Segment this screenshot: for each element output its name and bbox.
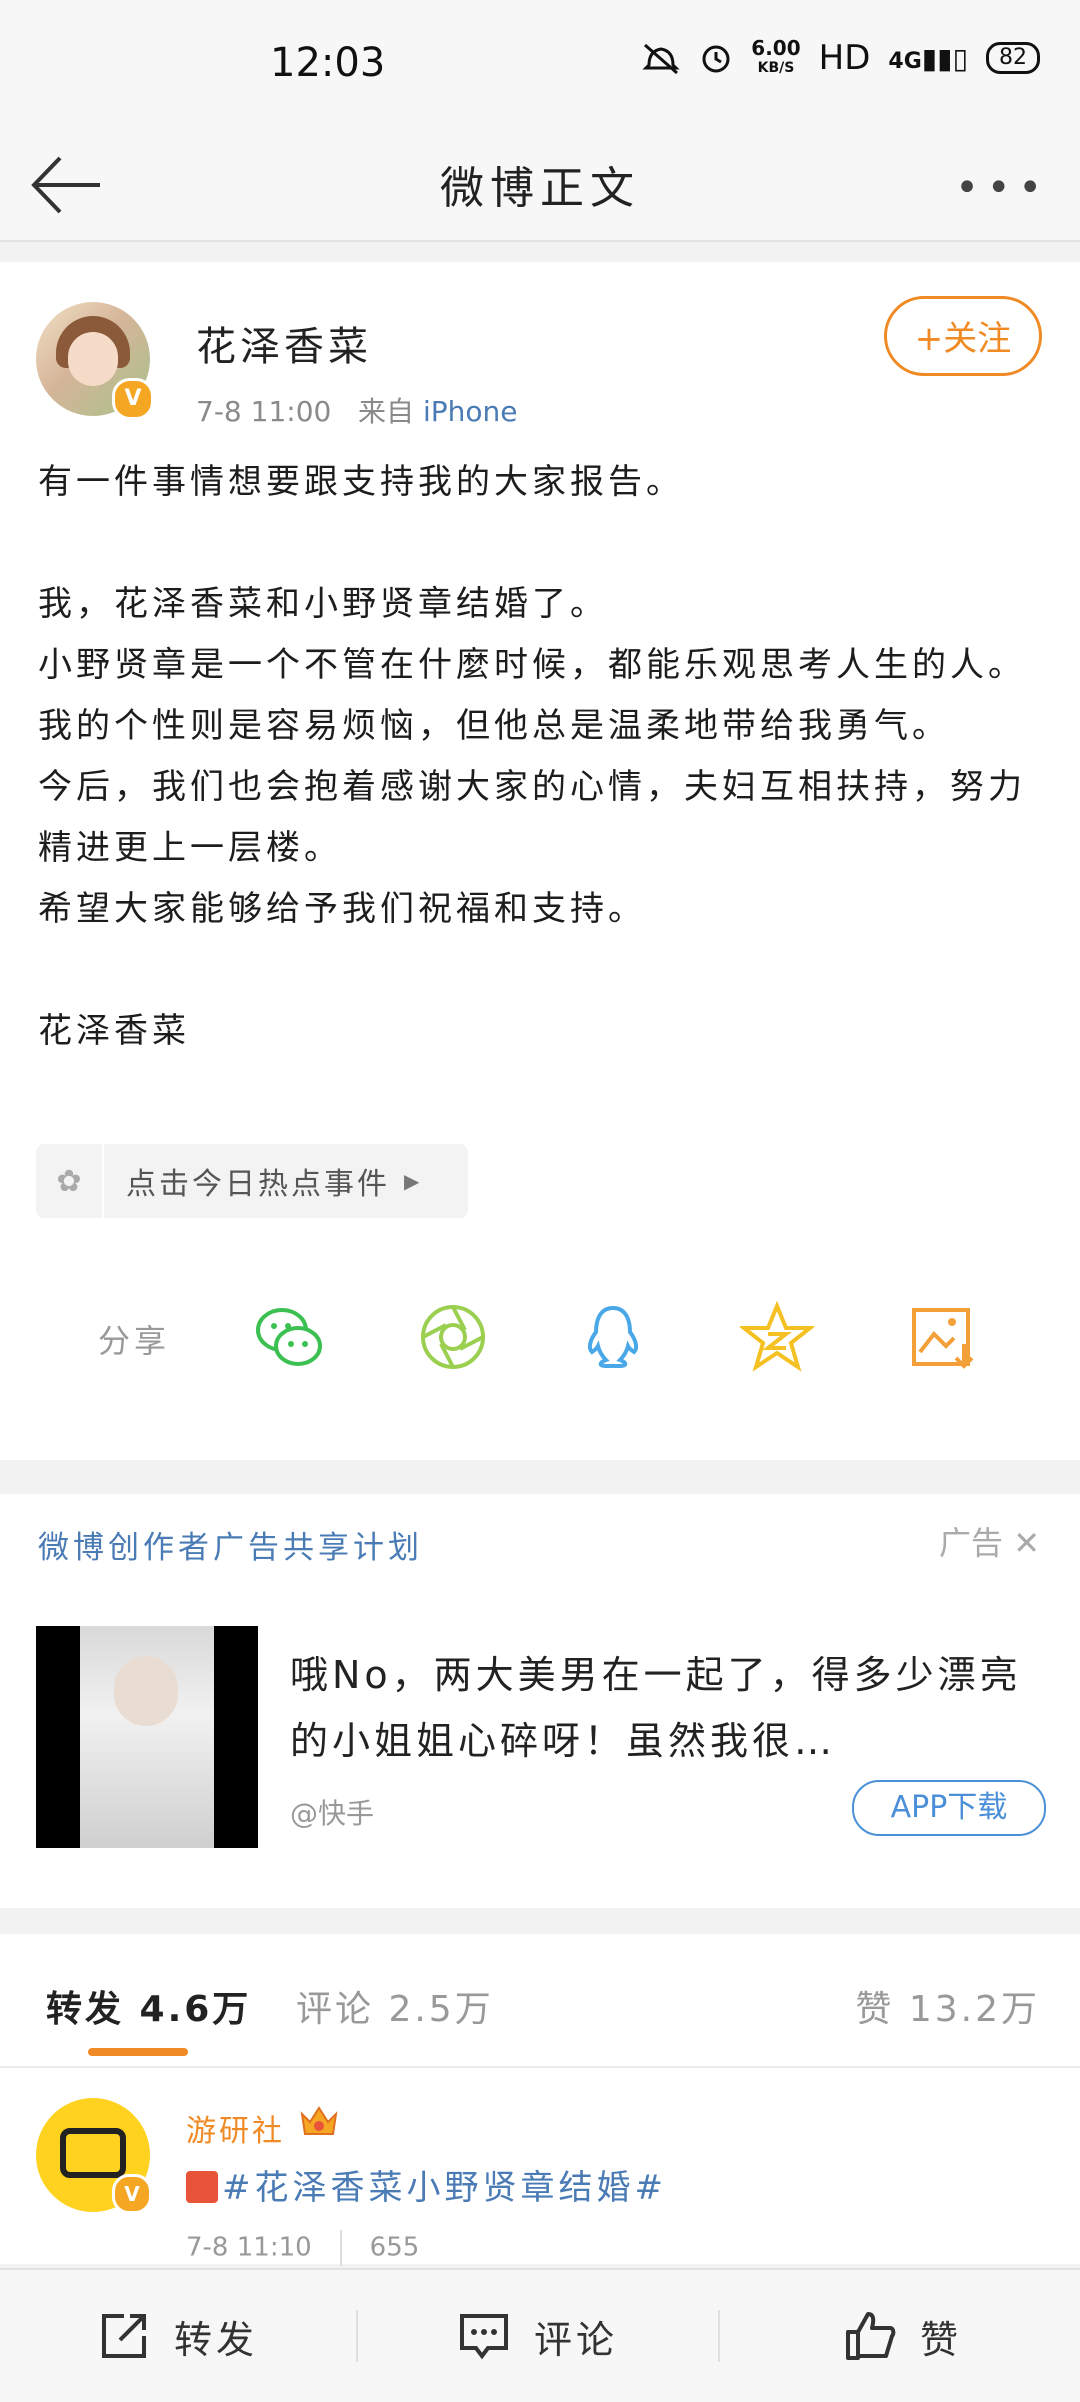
divider — [0, 2066, 1080, 2068]
active-tab-indicator — [88, 2048, 188, 2056]
repost-meta: 7-8 11:10 655 — [186, 2230, 419, 2266]
nav-bar: 微博正文 ••• — [0, 130, 1080, 242]
follow-button[interactable]: +关注 — [884, 296, 1042, 376]
repost-text[interactable]: #花泽香菜小野贤章结婚# — [186, 2160, 667, 2209]
alarm-icon — [702, 45, 730, 73]
hot-topic-link[interactable]: ✿ 点击今日热点事件 ▶ — [36, 1144, 468, 1218]
repost-user-name[interactable]: 游研社 — [186, 2106, 285, 2150]
ad-text[interactable]: 哦No，两大美男在一起了，得多少漂亮的小姐姐心碎呀！虽然我很… — [290, 1642, 1030, 1774]
save-image-icon[interactable] — [906, 1300, 980, 1374]
like-button[interactable]: 赞 — [844, 2270, 962, 2402]
comment-button[interactable]: 评论 — [458, 2270, 618, 2402]
post-paragraph: 有一件事情想要跟支持我的大家报告。 — [38, 462, 684, 502]
page-title: 微博正文 — [440, 163, 640, 214]
ad-close-button[interactable]: 广告 ✕ — [939, 1518, 1040, 1564]
post-signature: 花泽香菜 — [38, 1011, 190, 1051]
post-paragraph: 今后，我们也会抱着感谢大家的心情，夫妇互相扶持，努力精进更上一层楼。 — [38, 767, 1026, 868]
qq-icon[interactable] — [576, 1300, 650, 1374]
tab-comment[interactable]: 评论 2.5万 — [296, 1980, 494, 2032]
clock: 12:03 — [270, 40, 386, 86]
interaction-panel: 转发 4.6万 评论 2.5万 赞 13.2万 V 游研社 #花泽香菜小野贤章结… — [0, 1934, 1080, 2266]
post-card: V 花泽香菜 7-8 11:00 来自 iPhone +关注 有一件事情想要跟支… — [0, 262, 1080, 1460]
ad-source: @快手 — [290, 1797, 375, 1830]
post-paragraph: 我，花泽香菜和小野贤章结婚了。 — [38, 584, 608, 624]
repost-button[interactable]: 转发 — [98, 2270, 258, 2402]
share-row: 分享 — [0, 1272, 1080, 1392]
author-avatar[interactable]: V — [36, 302, 154, 420]
close-icon: ✕ — [1013, 1524, 1040, 1562]
vip-crown-icon — [300, 2106, 338, 2135]
mute-icon — [642, 43, 680, 75]
status-bar: 12:03 6.00 KB/S HD 4G▮▮▯ 82 — [0, 0, 1080, 130]
post-time: 7-8 11:00 — [196, 395, 332, 428]
triangle-right-icon: ▶ — [404, 1169, 420, 1193]
status-icons: 6.00 KB/S HD 4G▮▮▯ 82 — [641, 38, 1040, 78]
post-paragraph: 我的个性则是容易烦恼，但他总是温柔地带给我勇气。 — [38, 706, 950, 746]
thumbs-up-icon — [846, 2312, 896, 2360]
ad-program-title[interactable]: 微博创作者广告共享计划 — [38, 1522, 423, 1567]
post-source: iPhone — [422, 395, 518, 428]
app-download-button[interactable]: APP下载 — [852, 1780, 1046, 1836]
share-label: 分享 — [98, 1322, 171, 1360]
repost-user-avatar[interactable]: V — [36, 2098, 152, 2214]
post-body: 有一件事情想要跟支持我的大家报告。 我，花泽香菜和小野贤章结婚了。 小野贤章是一… — [38, 452, 1048, 1062]
more-options-button[interactable]: ••• — [955, 165, 1050, 211]
author-name[interactable]: 花泽香菜 — [196, 314, 372, 372]
topic-label: 点击今日热点事件 — [126, 1167, 390, 1202]
net-speed: 6.00 KB/S — [751, 36, 801, 76]
comment-icon — [460, 2314, 508, 2360]
flower-icon: ✿ — [36, 1144, 104, 1218]
moments-icon[interactable] — [416, 1300, 490, 1374]
verified-badge-icon: V — [112, 378, 154, 420]
post-paragraph: 希望大家能够给予我们祝福和支持。 — [38, 889, 646, 929]
repost-icon — [102, 2314, 146, 2358]
verified-badge-icon: V — [112, 2174, 152, 2214]
post-paragraph: 小野贤章是一个不管在什麼时候，都能乐观思考人生的人。 — [38, 645, 1026, 685]
post-meta: 7-8 11:00 来自 iPhone — [196, 390, 517, 430]
ad-thumbnail[interactable] — [36, 1626, 258, 1848]
tab-repost[interactable]: 转发 4.6万 — [46, 1980, 251, 2032]
wechat-icon[interactable] — [252, 1300, 326, 1374]
calendar-icon — [186, 2171, 218, 2203]
qzone-icon[interactable] — [740, 1300, 814, 1374]
battery-icon: 82 — [986, 42, 1040, 74]
bottom-action-bar: 转发 评论 赞 — [0, 2268, 1080, 2402]
signal-icon: 4G▮▮▯ — [888, 41, 968, 75]
tab-like[interactable]: 赞 13.2万 — [855, 1980, 1040, 2032]
from-label: 来自 — [358, 395, 415, 428]
ad-card[interactable]: 微博创作者广告共享计划 广告 ✕ 哦No，两大美男在一起了，得多少漂亮的小姐姐心… — [0, 1494, 1080, 1908]
hd-indicator: HD — [818, 38, 871, 78]
